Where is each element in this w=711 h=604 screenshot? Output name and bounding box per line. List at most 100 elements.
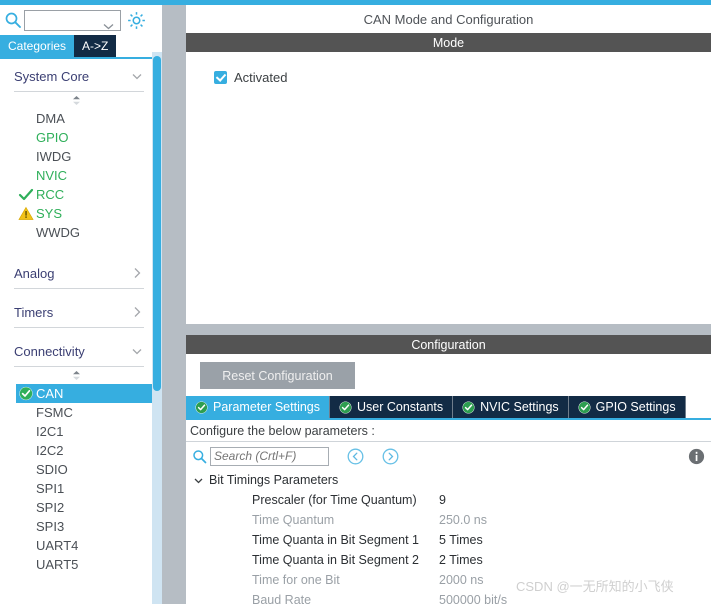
sidebar-item-gpio[interactable]: GPIO [0,128,152,147]
tab-label: NVIC Settings [480,400,559,414]
param-value: 2000 ns [439,573,484,587]
group-label: System Core [14,68,90,84]
item-label: SPI2 [36,500,65,515]
tab-label: GPIO Settings [595,400,676,414]
reset-configuration-button[interactable]: Reset Configuration [200,362,355,389]
status-none-icon [18,168,34,183]
sidebar-item-nvic[interactable]: NVIC [0,166,152,185]
param-row-time-quantum: Time Quantum 250.0 ns [186,510,711,530]
configuration-section-header: Configuration [186,335,711,354]
page-title: CAN Mode and Configuration [186,5,711,33]
scroll-nub-icon[interactable] [0,92,152,109]
item-label: SDIO [36,462,68,477]
mode-body: Activated [186,52,711,324]
tab-parameter-settings[interactable]: Parameter Settings [186,396,330,418]
check-circle-icon [195,401,208,414]
reset-button-wrap: Reset Configuration [186,354,711,396]
chevron-down-icon [103,17,114,29]
tab-gpio-settings[interactable]: GPIO Settings [568,396,686,418]
sidebar-item-spi1[interactable]: SPI1 [0,479,152,498]
sidebar-item-wwdg[interactable]: WWDG [0,223,152,242]
tab-user-constants[interactable]: User Constants [330,396,454,418]
status-none-icon [18,481,34,496]
sidebar-scrollbar-thumb[interactable] [153,56,161,391]
param-value[interactable]: 5 Times [439,533,483,547]
chevron-right-circle-icon[interactable] [382,448,399,465]
param-value[interactable]: 9 [439,493,446,507]
search-icon [4,11,22,29]
activated-label: Activated [234,70,288,85]
sidebar-item-can[interactable]: CAN [16,384,152,403]
left-sidebar: Categories A->Z System Core DMA GPIO IWD… [0,5,152,604]
param-label: Time Quantum [252,513,335,527]
tab-a-to-z[interactable]: A->Z [74,35,117,57]
sidebar-item-rcc[interactable]: RCC [0,185,152,204]
status-none-icon [18,462,34,477]
sidebar-group-analog[interactable]: Analog [14,258,144,289]
info-icon[interactable] [688,448,705,465]
status-none-icon [18,225,34,240]
check-circle-icon [578,401,591,414]
item-label: CAN [36,386,64,401]
sidebar-item-uart5[interactable]: UART5 [0,555,152,574]
activated-checkbox-row[interactable]: Activated [214,70,711,85]
parameter-search-input[interactable] [210,446,329,466]
sidebar-item-uart4[interactable]: UART4 [0,536,152,555]
item-label: UART4 [36,538,79,553]
check-circle-icon [462,401,475,414]
tabs-underline [0,57,152,59]
tree-group-bit-timings[interactable]: Bit Timings Parameters [186,470,711,490]
tab-categories[interactable]: Categories [0,35,75,57]
pane-divider [162,5,186,604]
status-none-icon [18,500,34,515]
sidebar-group-timers[interactable]: Timers [14,297,144,328]
param-row-bit-segment-2[interactable]: Time Quanta in Bit Segment 2 2 Times [186,550,711,570]
system-core-list: DMA GPIO IWDG NVIC RCC SYS WWDG [0,109,152,242]
param-label: Prescaler (for Time Quantum) [252,493,417,507]
chevron-left-circle-icon[interactable] [347,448,364,465]
item-label: RCC [36,187,65,202]
param-label: Time for one Bit [252,573,340,587]
check-circle-icon [339,401,352,414]
status-none-icon [18,405,34,420]
param-row-prescaler[interactable]: Prescaler (for Time Quantum) 9 [186,490,711,510]
sidebar-group-system-core[interactable]: System Core [14,61,144,92]
sidebar-item-spi3[interactable]: SPI3 [0,517,152,536]
param-label: Time Quanta in Bit Segment 1 [252,533,419,547]
item-label: SPI3 [36,519,65,534]
param-value[interactable]: 2 Times [439,553,483,567]
param-row-bit-segment-1[interactable]: Time Quanta in Bit Segment 1 5 Times [186,530,711,550]
chevron-right-icon [130,266,144,280]
sidebar-tabs: Categories A->Z [0,35,152,57]
param-row-time-for-one-bit: Time for one Bit 2000 ns [186,570,711,590]
tab-label: User Constants [357,400,444,414]
item-label: DMA [36,111,65,126]
sidebar-item-iwdg[interactable]: IWDG [0,147,152,166]
sidebar-group-connectivity[interactable]: Connectivity [14,336,144,367]
sidebar-item-sys[interactable]: SYS [0,204,152,223]
connectivity-list: CAN FSMC I2C1 I2C2 SDIO SPI1 SPI2 SPI3 U… [0,384,152,574]
gear-icon[interactable] [124,8,148,32]
param-label: Baud Rate [252,593,312,604]
cubemx-can-config-window: Categories A->Z System Core DMA GPIO IWD… [0,0,711,604]
group-label: Timers [14,304,54,320]
sidebar-scroll-area: System Core DMA GPIO IWDG NVIC RCC SYS W… [0,61,152,604]
item-label: WWDG [36,225,81,240]
param-value: 500000 bit/s [439,593,508,604]
sidebar-search-combobox[interactable] [24,9,121,31]
tab-nvic-settings[interactable]: NVIC Settings [453,396,569,418]
sidebar-item-i2c1[interactable]: I2C1 [0,422,152,441]
sidebar-item-i2c2[interactable]: I2C2 [0,441,152,460]
param-row-baud-rate: Baud Rate 500000 bit/s [186,590,711,604]
sidebar-item-sdio[interactable]: SDIO [0,460,152,479]
sidebar-item-dma[interactable]: DMA [0,109,152,128]
parameter-search-row [186,442,711,470]
sidebar-item-fsmc[interactable]: FSMC [0,403,152,422]
item-label: I2C1 [36,424,64,439]
mode-section-header: Mode [186,33,711,52]
activated-checkbox[interactable] [214,71,227,84]
scroll-nub-icon[interactable] [0,367,152,384]
group-label: Analog [14,265,55,281]
sidebar-item-spi2[interactable]: SPI2 [0,498,152,517]
chevron-down-icon [130,344,144,358]
